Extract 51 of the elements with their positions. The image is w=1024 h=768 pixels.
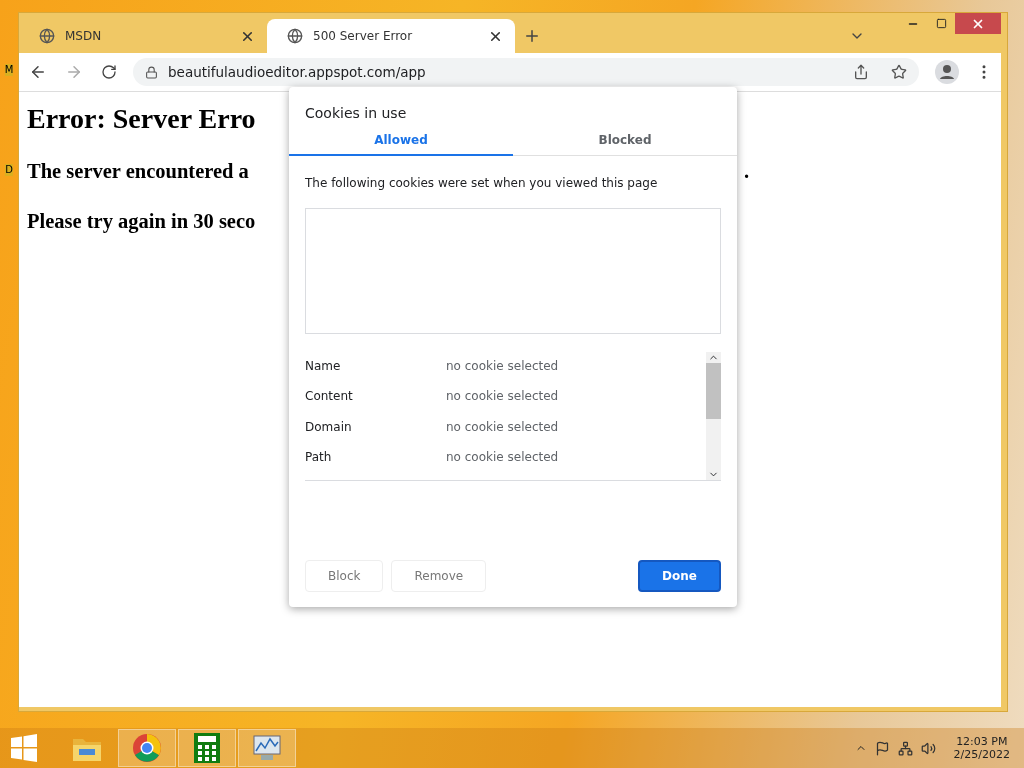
reload-icon[interactable] <box>101 64 117 80</box>
calculator-icon <box>194 733 220 763</box>
error-message: The server encountered a <box>27 159 249 184</box>
error-message-end: . <box>743 159 749 184</box>
dialog-tab[interactable]: Blocked <box>513 127 737 156</box>
taskbar-app[interactable] <box>118 729 176 767</box>
error-heading: Error: Server Erro <box>27 103 256 134</box>
flag-icon[interactable] <box>874 740 890 756</box>
dialog-button[interactable]: Remove <box>391 560 487 592</box>
field-value: no cookie selected <box>446 449 559 464</box>
bookmark-star-icon[interactable] <box>891 64 907 80</box>
browser-tab[interactable]: MSDN <box>19 19 267 53</box>
retry-message: Please try again in 30 seco <box>27 209 256 235</box>
browser-tab[interactable]: 500 Server Error <box>267 19 515 53</box>
taskbar-app[interactable] <box>178 729 236 767</box>
field-value: no cookie selected <box>446 419 559 434</box>
lock-icon <box>145 65 158 79</box>
field-value: no cookie selected <box>446 359 559 373</box>
address-bar[interactable]: beautifulaudioeditor.appspot.com/app <box>133 58 919 86</box>
field-label: Path <box>305 449 333 464</box>
scrollbar[interactable] <box>706 352 721 480</box>
date-text: 2/25/2022 <box>953 748 1010 761</box>
globe-icon <box>287 28 303 44</box>
chrome-icon <box>132 733 162 763</box>
profile-avatar-icon[interactable] <box>935 60 959 84</box>
close-button[interactable] <box>955 13 1001 34</box>
new-tab-icon[interactable] <box>523 27 541 45</box>
back-icon[interactable] <box>29 63 47 81</box>
scroll-thumb[interactable] <box>706 363 721 419</box>
share-icon[interactable] <box>853 64 869 80</box>
dialog-button[interactable]: Block <box>305 560 384 592</box>
dialog-tab[interactable]: Allowed <box>289 127 513 156</box>
globe-icon <box>39 28 55 44</box>
performance-monitor-icon <box>251 733 283 763</box>
url-text: beautifulaudioeditor.appspot.com/app <box>168 64 426 80</box>
field-label: Content <box>305 389 354 404</box>
taskbar-app[interactable] <box>238 729 296 767</box>
maximize-icon[interactable] <box>935 18 947 29</box>
field-value: no cookie selected <box>446 389 559 404</box>
start-icon[interactable] <box>10 734 38 762</box>
time-text: 12:03 PM <box>956 735 1008 748</box>
done-button[interactable]: Done <box>638 560 721 592</box>
clock[interactable]: 12:03 PM 2/25/2022 <box>953 735 1010 761</box>
network-icon[interactable] <box>897 740 913 756</box>
dialog-title: Cookies in use <box>304 104 408 123</box>
field-label: Name <box>305 359 342 373</box>
field-label: Domain <box>305 419 353 434</box>
dialog-description: The following cookies were set when you viewed this page <box>304 175 659 192</box>
speaker-icon[interactable] <box>920 740 936 756</box>
desktop-icon-label: M <box>4 64 14 76</box>
desktop-icon-label: D <box>5 164 13 176</box>
